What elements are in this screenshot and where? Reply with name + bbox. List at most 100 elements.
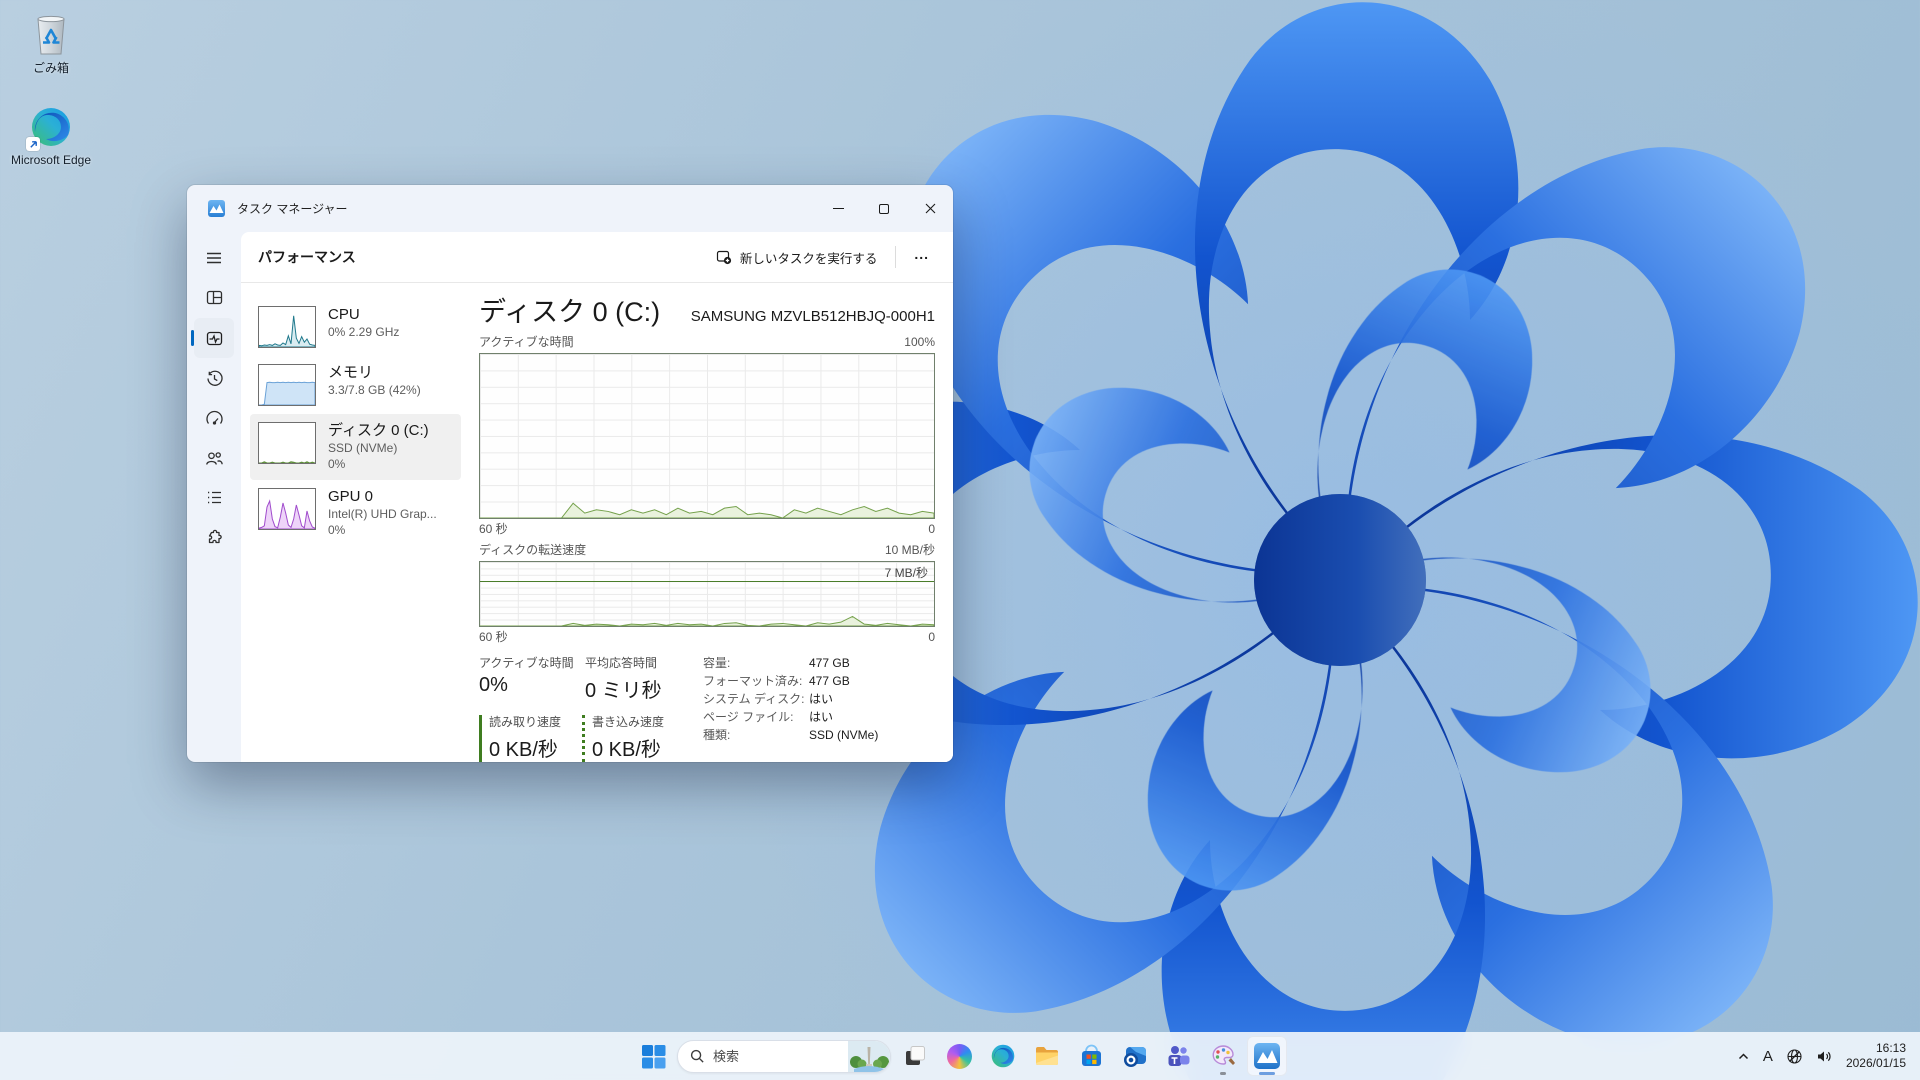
teams-button[interactable]: [1159, 1036, 1199, 1076]
stat-avg-response: 平均応答時間 0 ミリ秒: [585, 656, 683, 703]
paint-icon: [1210, 1043, 1236, 1069]
task-view-icon: [903, 1044, 927, 1068]
paint-button[interactable]: [1203, 1036, 1243, 1076]
perf-item-detail: SSD (NVMe): [328, 440, 429, 456]
search-icon: [690, 1049, 705, 1064]
scale-line-label: 7 MB/秒: [885, 564, 928, 581]
content-card: パフォーマンス 新しいタスクを実行する ... CPU 0% 2.29 GHz: [241, 232, 953, 762]
app-history-icon: [205, 369, 224, 388]
perf-item-name: CPU: [328, 306, 399, 324]
close-button[interactable]: [907, 185, 953, 232]
perf-item-name: メモリ: [328, 364, 421, 382]
desktop-icon-edge[interactable]: Microsoft Edge: [8, 104, 94, 167]
performance-list: CPU 0% 2.29 GHz メモリ 3.3/7.8 GB (42%) ディス…: [241, 283, 467, 762]
hamburger-menu-icon: [205, 249, 223, 267]
tray-time: 16:13: [1846, 1041, 1906, 1056]
sidebar-item-users[interactable]: [194, 438, 234, 478]
task-manager-app-icon: [208, 200, 225, 217]
copilot-button[interactable]: [939, 1036, 979, 1076]
sidebar-item-app-history[interactable]: [194, 358, 234, 398]
running-indicator: [1220, 1072, 1226, 1075]
toolbar-divider: [895, 246, 896, 268]
disk-model: SAMSUNG MZVLB512HBJQ-000H1: [691, 308, 935, 328]
task-view-button[interactable]: [895, 1036, 935, 1076]
page-title: パフォーマンス: [258, 247, 356, 267]
recycle-bin-icon: [28, 12, 74, 58]
panel-title: ディスク 0 (C:): [479, 296, 660, 328]
disk-detail-panel: ディスク 0 (C:) SAMSUNG MZVLB512HBJQ-000H1 ア…: [467, 283, 953, 762]
minimize-button[interactable]: [815, 185, 861, 232]
memory-mini-chart: [258, 364, 316, 406]
run-new-task-label: 新しいタスクを実行する: [740, 248, 878, 267]
copilot-icon: [947, 1044, 972, 1069]
gpu-mini-chart: [258, 488, 316, 530]
perf-item-cpu[interactable]: CPU 0% 2.29 GHz: [250, 298, 461, 356]
teams-icon: [1166, 1043, 1192, 1069]
perf-item-disk[interactable]: ディスク 0 (C:) SSD (NVMe) 0%: [250, 414, 461, 480]
close-icon: [925, 203, 936, 214]
run-new-task-button[interactable]: 新しいタスクを実行する: [706, 242, 888, 273]
disk-mini-chart: [258, 422, 316, 464]
perf-item-detail: 3.3/7.8 GB (42%): [328, 382, 421, 398]
outlook-button[interactable]: [1115, 1036, 1155, 1076]
desktop-icon-recycle-bin[interactable]: ごみ箱: [8, 12, 94, 75]
stat-read-speed: 読み取り速度 0 KB/秒: [479, 715, 574, 762]
sidebar-item-details[interactable]: [194, 477, 234, 517]
sidebar-item-performance[interactable]: [194, 318, 234, 358]
services-icon: [205, 528, 224, 547]
search-highlight-image[interactable]: [848, 1040, 890, 1073]
clock[interactable]: 16:13 2026/01/15: [1846, 1041, 1906, 1071]
outlook-icon: [1122, 1043, 1148, 1069]
task-manager-window: タスク マネージャー: [187, 185, 953, 762]
cpu-mini-chart: [258, 306, 316, 348]
microsoft-store-button[interactable]: [1071, 1036, 1111, 1076]
details-icon: [205, 488, 224, 507]
perf-item-detail: 0%: [328, 522, 437, 538]
file-explorer-icon: [1034, 1043, 1060, 1069]
file-explorer-button[interactable]: [1027, 1036, 1067, 1076]
network-status-button[interactable]: [1786, 1048, 1803, 1065]
chart1-label: アクティブな時間: [479, 335, 574, 350]
chart1-x-right: 0: [928, 522, 935, 536]
maximize-icon: [879, 204, 889, 214]
chart1-max-label: 100%: [904, 335, 935, 350]
disk-info-list: 容量:477 GB フォーマット済み:477 GB システム ディスク:はい ペ…: [703, 656, 878, 762]
users-icon: [204, 449, 224, 468]
windows-start-icon: [641, 1044, 666, 1069]
sidebar-item-startup-apps[interactable]: [194, 399, 234, 439]
search-input[interactable]: [713, 1049, 848, 1064]
titlebar[interactable]: タスク マネージャー: [187, 185, 953, 232]
start-button[interactable]: [633, 1036, 673, 1076]
perf-item-gpu[interactable]: GPU 0 Intel(R) UHD Grap... 0%: [250, 480, 461, 546]
shortcut-arrow-icon: [26, 137, 40, 151]
perf-item-memory[interactable]: メモリ 3.3/7.8 GB (42%): [250, 356, 461, 414]
scale-line: [480, 581, 934, 582]
new-task-icon: [716, 249, 732, 265]
toolbar: パフォーマンス 新しいタスクを実行する ...: [241, 232, 953, 283]
hamburger-menu-button[interactable]: [194, 238, 234, 278]
performance-icon: [205, 329, 224, 348]
chart2-label: ディスクの転送速度: [479, 543, 586, 558]
perf-item-detail: Intel(R) UHD Grap...: [328, 506, 437, 522]
tray-date: 2026/01/15: [1846, 1056, 1906, 1071]
desktop-icon-label: ごみ箱: [8, 61, 94, 75]
sidebar-item-services[interactable]: [194, 517, 234, 557]
perf-item-detail: 0%: [328, 456, 429, 472]
show-hidden-icons-button[interactable]: [1737, 1050, 1750, 1063]
ime-mode-indicator[interactable]: A: [1763, 1048, 1773, 1065]
startup-apps-icon: [205, 410, 224, 429]
chart2-x-left: 60 秒: [479, 630, 508, 644]
active-time-chart: [479, 353, 935, 519]
maximize-button[interactable]: [861, 185, 907, 232]
system-tray: A 16:13 2026/01/15: [1737, 1032, 1920, 1080]
more-options-button[interactable]: ...: [904, 242, 939, 272]
edge-icon: [990, 1043, 1016, 1069]
volume-button[interactable]: [1816, 1048, 1833, 1065]
chart2-max-label: 10 MB/秒: [885, 543, 935, 558]
search-box[interactable]: [677, 1040, 891, 1073]
sidebar-item-processes[interactable]: [194, 277, 234, 317]
edge-button[interactable]: [983, 1036, 1023, 1076]
microsoft-store-icon: [1079, 1044, 1104, 1069]
task-manager-button[interactable]: [1247, 1036, 1287, 1076]
speaker-icon: [1816, 1048, 1833, 1065]
